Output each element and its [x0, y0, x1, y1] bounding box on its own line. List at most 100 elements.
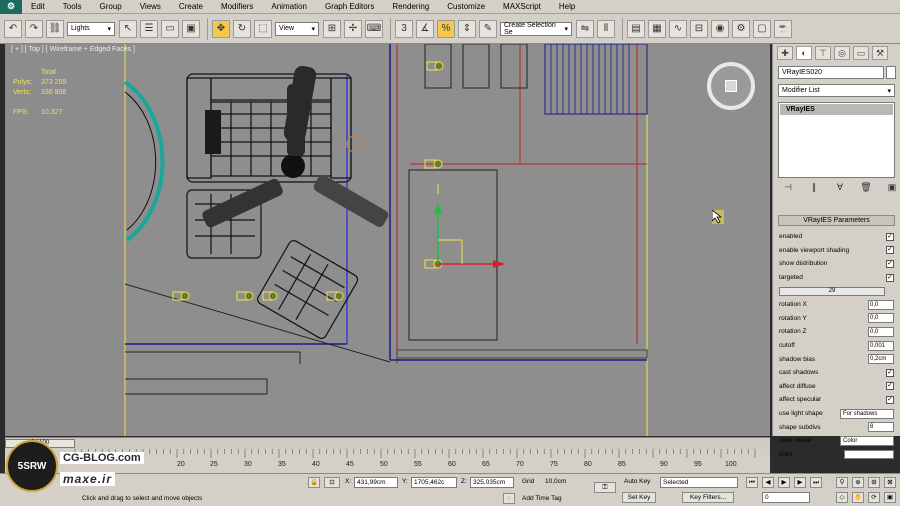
cast-shadows-checkbox[interactable]: ✓	[886, 368, 894, 377]
key-icon[interactable]: ⚿	[594, 482, 616, 493]
align-icon[interactable]: ⫴	[597, 19, 615, 38]
color-swatch[interactable]	[844, 449, 894, 459]
stack-item[interactable]: VRayIES	[780, 104, 893, 115]
viewport-label[interactable]: [ + ] [ Top ] [ Wireframe + Edged Faces …	[11, 46, 135, 53]
curve-editor-icon[interactable]: ∿	[669, 19, 687, 38]
affect-diffuse-checkbox[interactable]: ✓	[886, 382, 894, 391]
spinner-snap-icon[interactable]: ⇕	[458, 19, 476, 38]
utilities-tab-icon[interactable]: ⚒	[872, 46, 888, 60]
undo-icon[interactable]: ↶	[4, 19, 22, 38]
window-crossing-icon[interactable]: ▣	[182, 19, 200, 38]
menu-tools[interactable]: Tools	[54, 2, 91, 11]
menu-customize[interactable]: Customize	[438, 2, 494, 11]
absolute-mode-icon[interactable]: ⊡	[324, 477, 340, 488]
maximize-viewport-icon[interactable]: ▣	[884, 492, 896, 503]
affect-specular-checkbox[interactable]: ✓	[886, 395, 894, 404]
select-and-scale-icon[interactable]: ⬚	[254, 19, 272, 38]
time-tag-icon[interactable]: ◌	[503, 493, 515, 504]
object-color-swatch[interactable]	[886, 66, 896, 79]
pivot-center-icon[interactable]: ⊞	[323, 19, 341, 38]
select-and-move-icon[interactable]: ✥	[212, 19, 230, 38]
named-selection-sets-dropdown[interactable]: Create Selection Se ▾	[500, 21, 572, 36]
orbit-icon[interactable]: ⟳	[868, 492, 880, 503]
key-mode-dropdown[interactable]: Selected	[660, 477, 738, 488]
key-filters-button[interactable]: Key Filters...	[682, 492, 734, 503]
z-coordinate-field[interactable]: 325,035cm	[470, 477, 514, 488]
remove-modifier-icon[interactable]: 🗑	[859, 182, 873, 194]
rollout-header[interactable]: VRayIES Parameters	[778, 215, 895, 226]
color-mode-dropdown[interactable]: Color	[840, 435, 894, 446]
zoom-extents-all-icon[interactable]: ⊠	[884, 477, 896, 488]
menu-animation[interactable]: Animation	[262, 2, 316, 11]
menu-rendering[interactable]: Rendering	[383, 2, 438, 11]
rotation-y-spinner[interactable]: 0,0	[868, 313, 894, 324]
zoom-extents-icon[interactable]: ⊞	[868, 477, 880, 488]
redo-icon[interactable]: ↷	[25, 19, 43, 38]
go-to-end-icon[interactable]: ⏭	[810, 477, 822, 488]
snaps-toggle-icon[interactable]: 3	[395, 19, 413, 38]
viewcube[interactable]	[707, 62, 755, 110]
set-key-button[interactable]: Set Key	[622, 492, 656, 503]
selection-filter-dropdown[interactable]: Lights ▾	[67, 21, 115, 36]
menu-maxscript[interactable]: MAXScript	[494, 2, 550, 11]
shadow-bias-spinner[interactable]: 0,2cm	[868, 354, 894, 365]
keyboard-shortcut-icon[interactable]: ⌨	[365, 19, 383, 38]
ies-value-slider[interactable]: 29	[779, 286, 885, 296]
menu-modifiers[interactable]: Modifiers	[212, 2, 262, 11]
current-frame-field[interactable]: 0	[762, 492, 810, 503]
render-setup-icon[interactable]: ⚙	[732, 19, 750, 38]
graphite-tools-icon[interactable]: ▦	[648, 19, 666, 38]
rotation-z-spinner[interactable]: 0,0	[868, 326, 894, 337]
object-name-field[interactable]: VRayIES020	[778, 66, 884, 79]
edit-named-selection-icon[interactable]: ✎	[479, 19, 497, 38]
make-unique-icon[interactable]: ∀	[833, 182, 847, 194]
modify-tab-icon[interactable]: ◐	[796, 46, 812, 60]
shape-subdivs-spinner[interactable]: 8	[868, 422, 894, 433]
x-coordinate-field[interactable]: 431,99cm	[354, 477, 398, 488]
y-coordinate-field[interactable]: 1705,462c	[411, 477, 457, 488]
zoom-all-icon[interactable]: ⊕	[852, 477, 864, 488]
targeted-checkbox[interactable]: ✓	[886, 273, 894, 282]
light-shape-dropdown[interactable]: For shadows	[840, 408, 894, 419]
show-end-result-icon[interactable]: ∥	[807, 182, 821, 194]
select-and-rotate-icon[interactable]: ↻	[233, 19, 251, 38]
layer-manager-icon[interactable]: ▤	[627, 19, 645, 38]
hierarchy-tab-icon[interactable]: ⊤	[815, 46, 831, 60]
add-time-tag[interactable]: Add Time Tag	[522, 495, 562, 502]
zoom-icon[interactable]: ⚲	[836, 477, 848, 488]
rectangular-selection-icon[interactable]: ▭	[161, 19, 179, 38]
configure-sets-icon[interactable]: ▣	[885, 182, 899, 194]
enabled-checkbox[interactable]: ✓	[886, 232, 894, 241]
app-logo-icon[interactable]: ⚙	[0, 0, 22, 14]
menu-views[interactable]: Views	[131, 2, 170, 11]
previous-frame-icon[interactable]: ◀	[762, 477, 774, 488]
rotation-x-spinner[interactable]: 0,0	[868, 299, 894, 310]
manipulate-icon[interactable]: ✢	[344, 19, 362, 38]
display-tab-icon[interactable]: ▭	[853, 46, 869, 60]
angle-snap-icon[interactable]: ∡	[416, 19, 434, 38]
next-frame-icon[interactable]: ▶	[794, 477, 806, 488]
field-of-view-icon[interactable]: ◇	[836, 492, 848, 503]
create-tab-icon[interactable]: ✚	[777, 46, 793, 60]
viewcube-face-icon[interactable]	[725, 80, 737, 92]
auto-key-button[interactable]: Auto Key	[624, 478, 650, 485]
show-distribution-checkbox[interactable]: ✓	[886, 259, 894, 268]
pin-stack-icon[interactable]: ⊣	[781, 182, 795, 194]
select-object-icon[interactable]: ↖	[119, 19, 137, 38]
menu-graph-editors[interactable]: Graph Editors	[316, 2, 383, 11]
menu-help[interactable]: Help	[550, 2, 584, 11]
reference-coordinate-dropdown[interactable]: View ▾	[275, 21, 319, 36]
material-editor-icon[interactable]: ◉	[711, 19, 729, 38]
link-icon[interactable]: ⛓	[46, 19, 64, 38]
modifier-list-dropdown[interactable]: Modifier List ▾	[778, 84, 895, 97]
motion-tab-icon[interactable]: ◎	[834, 46, 850, 60]
play-icon[interactable]: ▶	[778, 477, 790, 488]
cutoff-spinner[interactable]: 0,001	[868, 340, 894, 351]
rendered-frame-window-icon[interactable]: ▢	[753, 19, 771, 38]
percent-snap-icon[interactable]: %	[437, 19, 455, 38]
select-by-name-icon[interactable]: ☰	[140, 19, 158, 38]
menu-edit[interactable]: Edit	[22, 2, 54, 11]
menu-group[interactable]: Group	[90, 2, 130, 11]
modifier-stack[interactable]: VRayIES	[778, 102, 895, 178]
go-to-start-icon[interactable]: ⏮	[746, 477, 758, 488]
